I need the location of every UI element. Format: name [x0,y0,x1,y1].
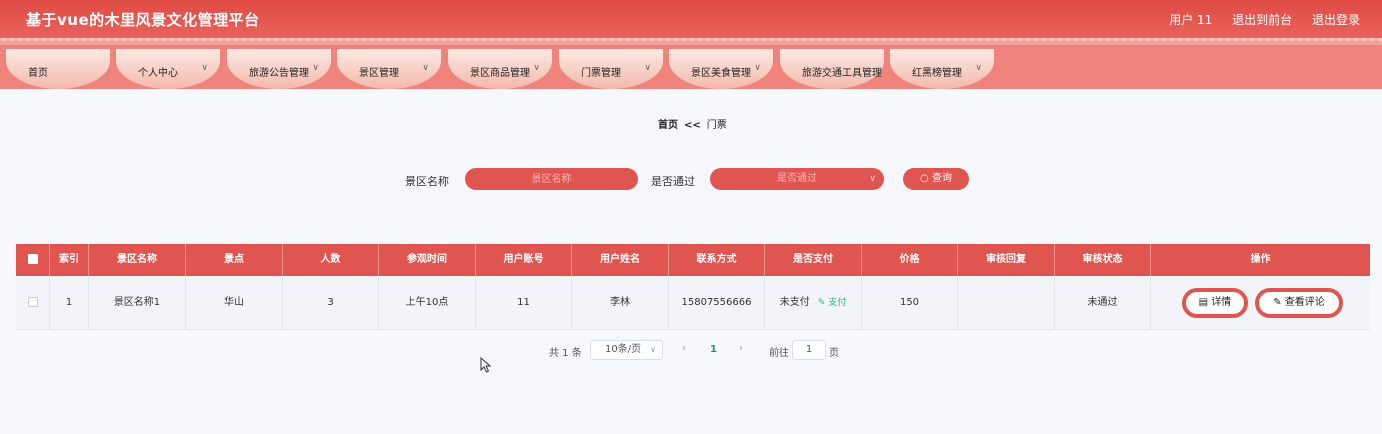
chevron-down-icon: ∨ [650,345,656,354]
col-header: 景区名称 [89,244,186,276]
scenic-name-input[interactable] [465,168,638,190]
nav-item-announcement[interactable]: 旅游公告管理 ∨ [227,49,331,89]
col-header: 是否支付 [765,244,862,276]
query-button[interactable]: ○ 查询 [903,168,969,190]
page-size-select[interactable]: 10条/页 ∨ [590,340,663,360]
back-to-front-link[interactable]: 退出到前台 [1232,13,1292,27]
pass-status-select[interactable]: 是否通过 ∨ [710,168,884,190]
select-all-checkbox[interactable] [27,254,38,264]
nav-item-label: 门票管理 [581,68,621,79]
nav-item-food[interactable]: 景区美食管理 ∨ [669,49,773,89]
cell-account: 11 [476,276,572,329]
cell-price: 150 [862,276,958,329]
chevron-down-icon: ∨ [312,63,319,73]
goto-label: 前往 [769,348,789,359]
cell-count: 3 [283,276,379,329]
document-icon: ▤ [1198,297,1209,308]
pencil-icon: ✎ [1273,297,1282,308]
page-size-value: 10条/页 [605,344,642,355]
nav-item-label: 景区美食管理 [691,68,751,79]
breadcrumb: 首页 << 门票 [658,116,727,131]
col-header: 参观时间 [379,244,476,276]
pay-link-label: 支付 [828,298,847,308]
header-actions: 用户 11 退出到前台 退出登录 [1153,11,1360,28]
nav-item-label: 红黑榜管理 [912,68,962,79]
goto-page-input[interactable]: 1 [792,340,826,360]
detail-button-label: 详情 [1211,297,1232,308]
cell-phone: 15807556666 [669,276,765,329]
prev-page-icon[interactable]: ‹ [682,343,686,354]
col-header: 索引 [50,244,89,276]
view-comments-button[interactable]: ✎ 查看评论 [1255,288,1343,318]
cell-index: 1 [50,276,89,329]
nav-item-ranking[interactable]: 红黑榜管理 ∨ [890,49,994,89]
scenic-name-label: 景区名称 [405,175,449,188]
breadcrumb-current: 门票 [706,120,727,131]
search-icon: ○ [920,173,929,184]
chevron-down-icon: ∨ [975,63,982,73]
app-title: 基于vue的木里风景文化管理平台 [26,11,260,29]
col-header: 联系方式 [669,244,765,276]
pass-status-placeholder: 是否通过 [777,173,817,184]
nav-item-home[interactable]: 首页 [6,49,110,89]
view-comments-button-label: 查看评论 [1284,297,1325,308]
select-all-cell [16,244,50,276]
nav-item-label: 旅游交通工具管理 [802,68,882,79]
col-header: 景点 [186,244,283,276]
nav-item-label: 景区商品管理 [470,68,530,79]
row-select-cell [16,276,50,329]
query-button-label: 查询 [931,173,952,184]
pencil-icon: ✎ [817,298,826,308]
chevron-down-icon: ∨ [644,63,651,73]
cell-spot: 华山 [186,276,283,329]
next-page-icon[interactable]: › [739,343,743,354]
table-row: 1 景区名称1 华山 3 上午10点 11 李林 15807556666 未支付… [16,276,1370,330]
nav-item-personal-center[interactable]: 个人中心 ∨ [116,49,220,89]
pay-link[interactable]: ✎ 支付 [818,298,846,308]
col-header: 审核回复 [958,244,1055,276]
col-header: 价格 [862,244,958,276]
nav-item-label: 旅游公告管理 [249,68,309,79]
top-header: 基于vue的木里风景文化管理平台 用户 11 退出到前台 退出登录 [0,0,1382,40]
nav-item-label: 景区管理 [359,68,399,79]
cell-scenic-name: 景区名称1 [89,276,186,329]
cell-reply [958,276,1055,329]
chevron-down-icon: ∨ [869,174,876,184]
mouse-cursor-icon [480,357,492,373]
cell-actions: ▤ 详情 ✎ 查看评论 [1151,276,1370,329]
paid-status: 未支付 [779,297,810,308]
cell-visit-time: 上午10点 [379,276,476,329]
page-number-current[interactable]: 1 [710,344,717,355]
nav-item-scenic[interactable]: 景区管理 ∨ [337,49,441,89]
chevron-down-icon: ∨ [533,63,540,73]
col-header: 人数 [283,244,379,276]
pagination-total: 共 1 条 [549,348,582,359]
row-checkbox[interactable] [27,297,38,307]
main-nav: 首页 个人中心 ∨ 旅游公告管理 ∨ 景区管理 ∨ 景区商品管理 ∨ 门票管理 … [0,45,1382,89]
nav-item-ticket[interactable]: 门票管理 ∨ [559,49,663,89]
table-header: 索引 景区名称 景点 人数 参观时间 用户账号 用户姓名 联系方式 是否支付 价… [16,244,1370,276]
current-user: 用户 11 [1169,13,1213,27]
goto-page-value: 1 [805,344,813,355]
nav-item-goods[interactable]: 景区商品管理 ∨ [448,49,552,89]
chevron-down-icon: ∨ [754,63,761,73]
breadcrumb-home[interactable]: 首页 [658,120,678,131]
cell-user-name: 李林 [572,276,669,329]
nav-item-label: 首页 [28,68,48,79]
pass-status-label: 是否通过 [651,175,695,188]
logout-link[interactable]: 退出登录 [1312,13,1360,27]
col-header: 操作 [1250,254,1271,265]
cell-status: 未通过 [1055,276,1151,329]
col-header: 用户姓名 [572,244,669,276]
cell-paid: 未支付 ✎ 支付 [765,276,862,329]
breadcrumb-separator: << [684,120,701,131]
detail-button[interactable]: ▤ 详情 [1182,288,1248,318]
nav-item-transport[interactable]: 旅游交通工具管理 [780,49,884,89]
chevron-down-icon: ∨ [201,63,208,73]
nav-item-label: 个人中心 [138,68,178,79]
page-suffix: 页 [829,348,839,359]
col-header: 审核状态 [1055,244,1151,276]
col-header: 用户账号 [476,244,572,276]
chevron-down-icon: ∨ [422,63,429,73]
